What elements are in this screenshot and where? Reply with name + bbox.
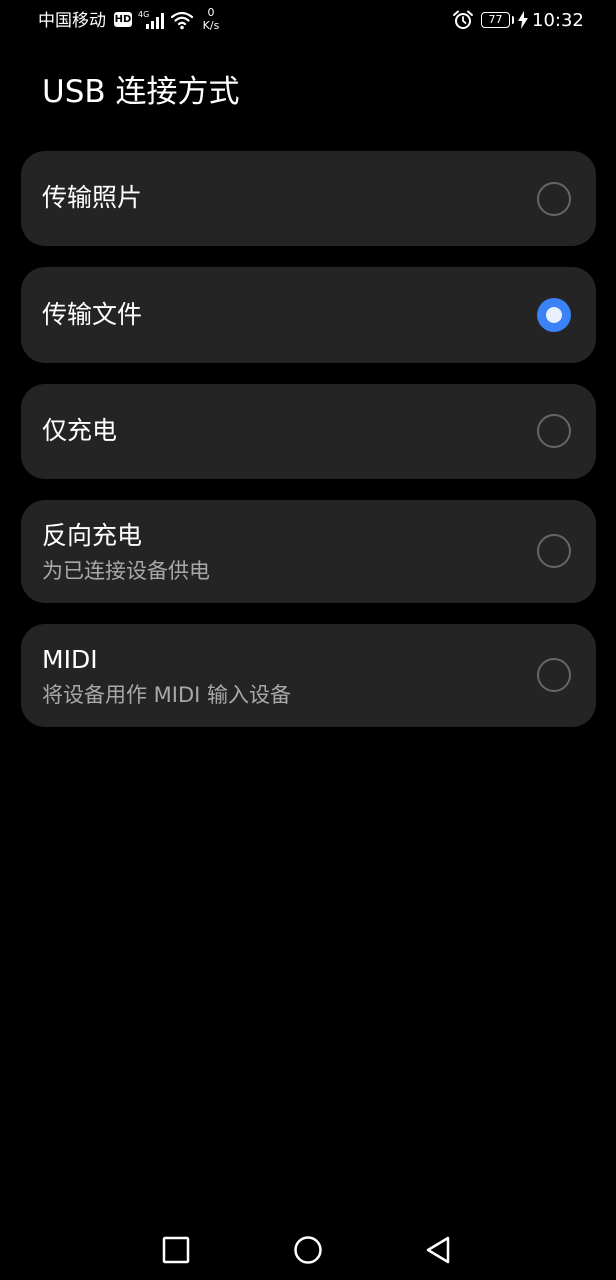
option-sublabel: 为已连接设备供电	[42, 559, 210, 583]
status-bar: 中国移动 HD 4G 0 K/s 77 10:32	[0, 0, 616, 44]
radio-button[interactable]	[537, 658, 571, 692]
radio-button[interactable]	[537, 414, 571, 448]
signal-icon: 4G	[138, 10, 164, 29]
option-label: MIDI	[42, 645, 98, 674]
network-type-label: 4G	[138, 10, 149, 19]
option-label: 传输文件	[42, 300, 143, 329]
page-title: USB 连接方式	[42, 74, 240, 110]
radio-button[interactable]	[537, 534, 571, 568]
option-transfer-files[interactable]: 传输文件	[21, 267, 596, 363]
alarm-icon	[453, 10, 473, 29]
option-sublabel: 将设备用作 MIDI 输入设备	[42, 683, 292, 707]
option-label: 仅充电	[42, 416, 118, 445]
square-icon[interactable]	[160, 1234, 192, 1266]
radio-button-selected[interactable]	[537, 298, 571, 332]
radio-button[interactable]	[537, 182, 571, 216]
option-label: 传输照片	[42, 183, 143, 212]
network-speed: 0 K/s	[200, 6, 222, 32]
battery-icon: 77	[481, 12, 510, 28]
option-transfer-photos[interactable]: 传输照片	[21, 151, 596, 246]
circle-icon[interactable]	[292, 1234, 324, 1266]
charging-bolt-icon	[518, 11, 528, 29]
option-reverse-charging[interactable]: 反向充电 为已连接设备供电	[21, 500, 596, 603]
hd-badge: HD	[114, 12, 132, 27]
battery-tip	[512, 16, 514, 24]
speed-unit: K/s	[202, 19, 220, 32]
carrier-name: 中国移动	[38, 11, 106, 31]
clock: 10:32	[532, 10, 584, 31]
option-charge-only[interactable]: 仅充电	[21, 384, 596, 479]
option-label: 反向充电	[42, 521, 143, 550]
wifi-icon	[170, 11, 194, 30]
speed-value: 0	[207, 6, 215, 19]
option-midi[interactable]: MIDI 将设备用作 MIDI 输入设备	[21, 624, 596, 727]
navigation-bar	[0, 1220, 616, 1280]
triangle-back-icon[interactable]	[422, 1234, 454, 1266]
